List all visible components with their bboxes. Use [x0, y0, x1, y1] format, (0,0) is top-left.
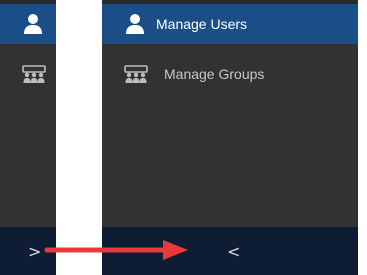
annotation-arrow	[44, 240, 188, 260]
